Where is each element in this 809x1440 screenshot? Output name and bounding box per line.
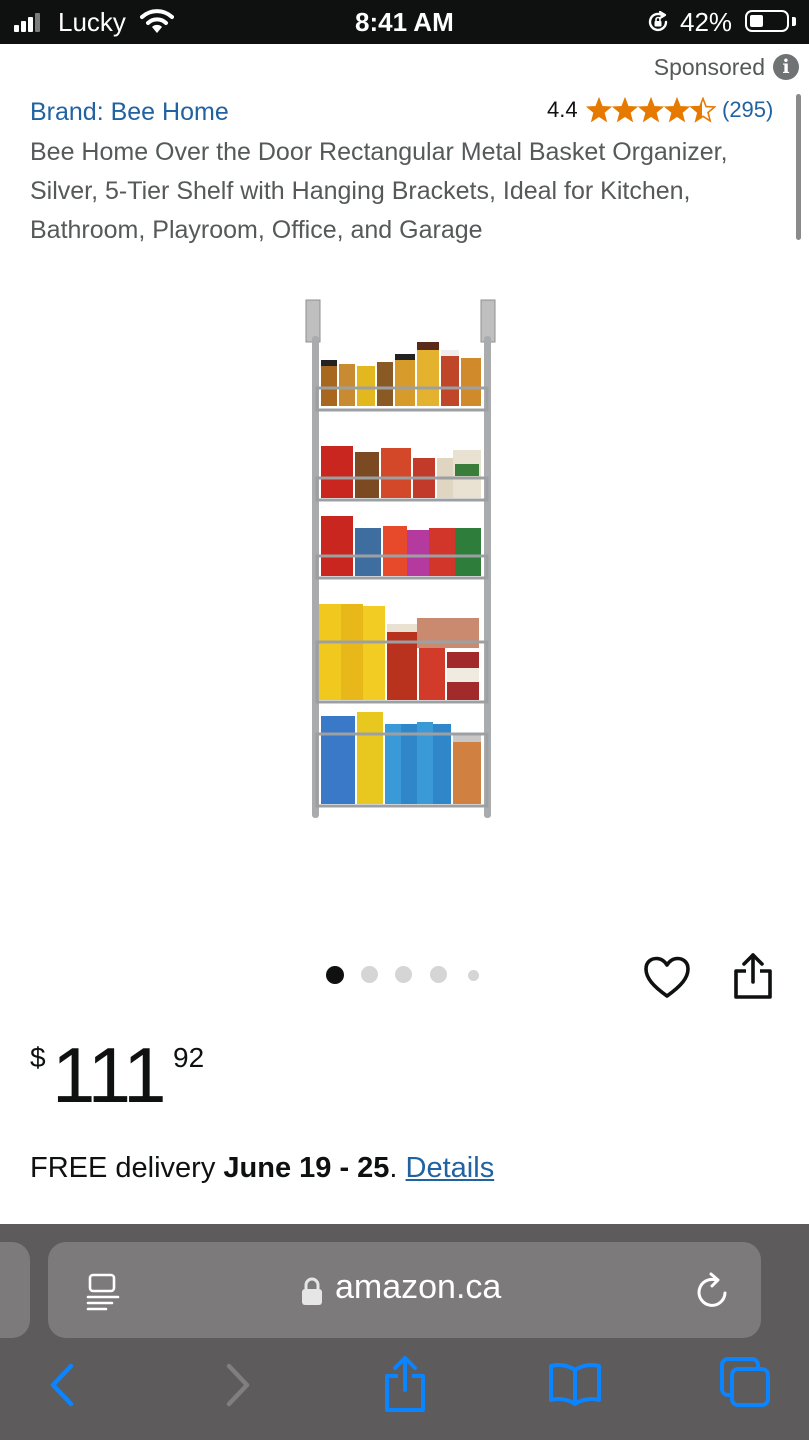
carousel-dot[interactable] bbox=[361, 966, 378, 983]
review-count-link[interactable]: (295) bbox=[722, 97, 773, 123]
browser-chrome: amazon.ca bbox=[0, 1224, 809, 1440]
signal-bars-icon bbox=[14, 12, 42, 32]
price-fraction: 92 bbox=[173, 1042, 205, 1073]
delivery-separator: . bbox=[389, 1152, 406, 1184]
scrollbar[interactable] bbox=[796, 94, 801, 240]
price-currency: $ bbox=[30, 1042, 46, 1073]
delivery-dates: June 19 - 25 bbox=[223, 1152, 390, 1184]
carousel-dot[interactable] bbox=[430, 966, 447, 983]
carousel-dot[interactable] bbox=[326, 966, 344, 984]
forward-arrow-icon[interactable] bbox=[222, 1360, 254, 1410]
bookmarks-icon[interactable] bbox=[548, 1360, 602, 1406]
reader-mode-icon[interactable] bbox=[86, 1272, 122, 1312]
delivery-details-link[interactable]: Details bbox=[406, 1152, 495, 1184]
status-time: 8:41 AM bbox=[355, 7, 454, 37]
carousel-dot[interactable] bbox=[395, 966, 412, 983]
reload-icon[interactable] bbox=[694, 1271, 732, 1311]
delivery-prefix: FREE delivery bbox=[30, 1152, 224, 1184]
sponsored-label: Sponsored bbox=[653, 54, 765, 80]
battery-percent: 42% bbox=[680, 7, 733, 37]
previous-tab-preview[interactable] bbox=[0, 1242, 30, 1338]
battery-cap bbox=[792, 17, 796, 26]
share-icon[interactable] bbox=[383, 1354, 427, 1414]
share-icon[interactable] bbox=[732, 952, 774, 1000]
star-rating-icon[interactable] bbox=[586, 97, 716, 125]
lock-icon bbox=[302, 1277, 322, 1305]
delivery-info: FREE delivery June 19 - 25. Details bbox=[30, 1152, 494, 1185]
product-image[interactable] bbox=[295, 296, 505, 826]
rating-value: 4.4 bbox=[547, 97, 578, 122]
address-bar[interactable]: amazon.ca bbox=[48, 1242, 761, 1338]
tabs-icon[interactable] bbox=[719, 1356, 771, 1408]
brand-link[interactable]: Brand: Bee Home bbox=[30, 98, 229, 127]
back-arrow-icon[interactable] bbox=[46, 1360, 78, 1410]
rotation-lock-icon bbox=[648, 10, 668, 32]
info-icon[interactable]: i bbox=[773, 54, 799, 80]
wifi-icon bbox=[140, 9, 174, 33]
url-text[interactable]: amazon.ca bbox=[335, 1268, 501, 1307]
status-bar: Lucky 8:41 AM 42% bbox=[0, 0, 809, 44]
heart-icon[interactable] bbox=[643, 956, 691, 1000]
browser-toolbar bbox=[0, 1356, 809, 1430]
battery-icon bbox=[745, 10, 789, 32]
product-title[interactable]: Bee Home Over the Door Rectangular Metal… bbox=[30, 133, 775, 250]
carousel-dot[interactable] bbox=[468, 970, 479, 981]
price-whole: 111 bbox=[52, 1031, 167, 1119]
carrier-name: Lucky bbox=[58, 7, 126, 37]
